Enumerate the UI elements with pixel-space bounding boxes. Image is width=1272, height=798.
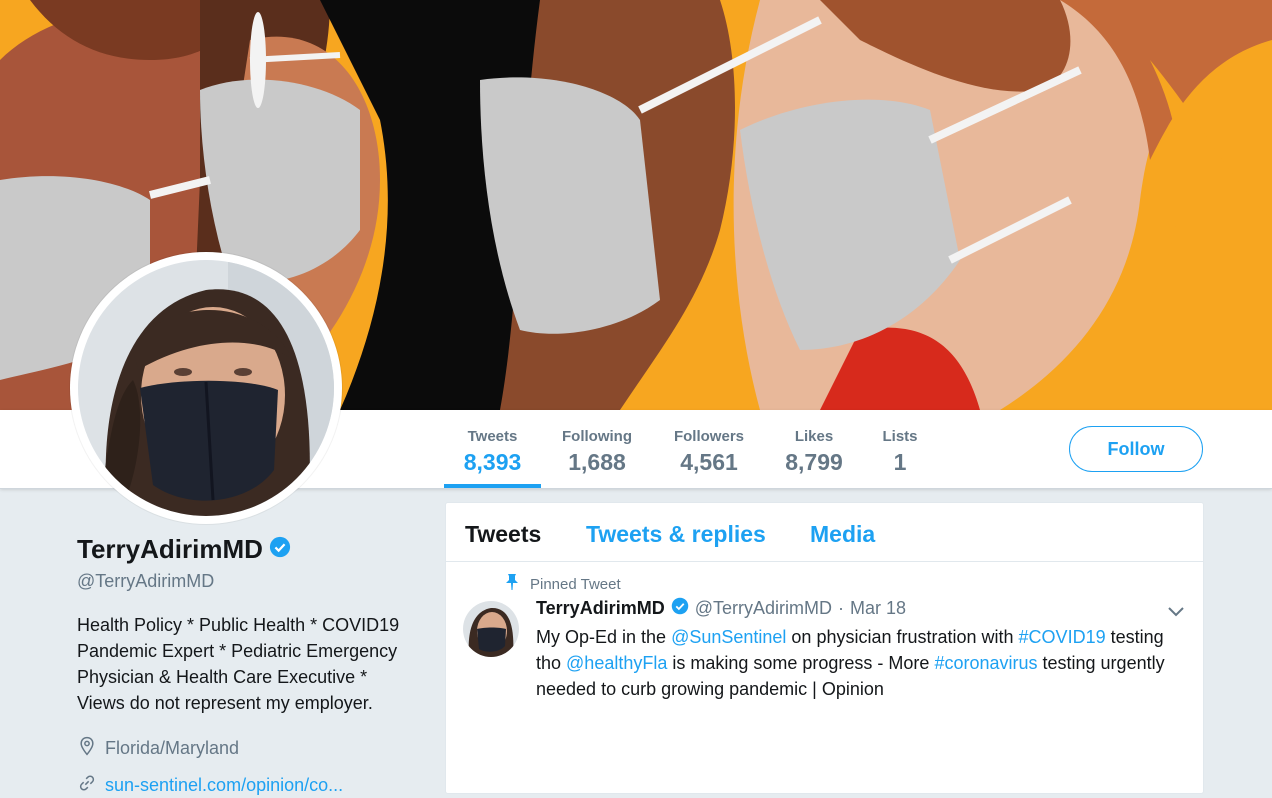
profile-handle[interactable]: @TerryAdirimMD [77,571,417,592]
profile-link-text[interactable]: sun-sentinel.com/opinion/co... [105,775,343,796]
profile-name-row: TerryAdirimMD [77,534,417,565]
verified-badge-icon [269,536,291,563]
hashtag-link[interactable]: #COVID19 [1019,627,1106,647]
bio-line: Pandemic Expert * Pediatric Emergency [77,641,398,661]
tweet-separator: · [837,598,844,618]
tweet-author-handle[interactable]: @TerryAdirimMD [695,598,832,619]
profile-name[interactable]: TerryAdirimMD [77,534,263,565]
stat-tweets-label: Tweets [467,428,518,445]
stat-followers-label: Followers [673,428,744,445]
tweet[interactable]: TerryAdirimMD @TerryAdirimMD · Mar 18 My… [536,597,1176,702]
location-pin-icon [77,736,97,761]
tab-media[interactable]: Media [810,521,875,548]
stat-followers[interactable]: Followers 4,561 [665,410,753,488]
stat-lists-label: Lists [882,428,918,445]
tweet-text-part: on physician frustration with [786,627,1019,647]
stat-likes-value: 8,799 [785,449,843,475]
bio-line: Physician & Health Care Executive * [77,667,368,687]
profile-card: TerryAdirimMD @TerryAdirimMD Health Poli… [77,534,417,798]
timeline-panel: Tweets Tweets & replies Media Pinned Twe… [445,502,1204,794]
stat-following-label: Following [562,428,632,445]
tweet-timestamp[interactable]: Mar 18 [850,598,906,619]
stat-following[interactable]: Following 1,688 [553,410,641,488]
mention-link[interactable]: @SunSentinel [671,627,786,647]
tweet-author-name[interactable]: TerryAdirimMD [536,598,665,619]
profile-avatar[interactable] [70,252,342,524]
tweet-text-part: is making some progress - More [667,653,935,673]
tweet-avatar[interactable] [463,601,519,657]
verified-badge-icon [671,597,689,620]
profile-link[interactable]: sun-sentinel.com/opinion/co... [77,773,417,798]
tab-tweets-replies[interactable]: Tweets & replies [586,521,766,548]
profile-bio: Health Policy * Public Health * COVID19 … [77,612,417,716]
bio-line: Health Policy * Public Health * COVID19 [77,615,400,635]
hashtag-link[interactable]: #coronavirus [934,653,1037,673]
tweet-text: My Op-Ed in the @SunSentinel on physicia… [536,624,1176,702]
stat-likes[interactable]: Likes 8,799 [780,410,848,488]
stat-followers-value: 4,561 [680,449,738,475]
mention-link[interactable]: @healthyFla [566,653,667,673]
pin-icon [504,573,520,595]
tab-tweets[interactable]: Tweets [465,521,541,548]
pinned-tweet-label: Pinned Tweet [504,573,621,595]
follow-button[interactable]: Follow [1069,426,1203,472]
pinned-text: Pinned Tweet [530,575,621,593]
stat-tweets-value: 8,393 [463,449,522,475]
avatar-photo [78,260,334,516]
bio-line: Views do not represent my employer. [77,693,373,713]
link-icon [77,773,97,798]
stat-lists-value: 1 [893,449,907,475]
stat-following-value: 1,688 [568,449,626,475]
timeline-tabs: Tweets Tweets & replies Media [446,503,1203,562]
stat-lists[interactable]: Lists 1 [875,410,925,488]
profile-location: Florida/Maryland [77,736,417,761]
tweet-text-part: My Op-Ed in the [536,627,672,647]
stat-tweets[interactable]: Tweets 8,393 [444,410,541,488]
chevron-down-icon[interactable] [1166,601,1186,626]
tweet-header: TerryAdirimMD @TerryAdirimMD · Mar 18 [536,597,1176,620]
stat-likes-label: Likes [794,428,834,445]
location-text: Florida/Maryland [105,738,240,758]
